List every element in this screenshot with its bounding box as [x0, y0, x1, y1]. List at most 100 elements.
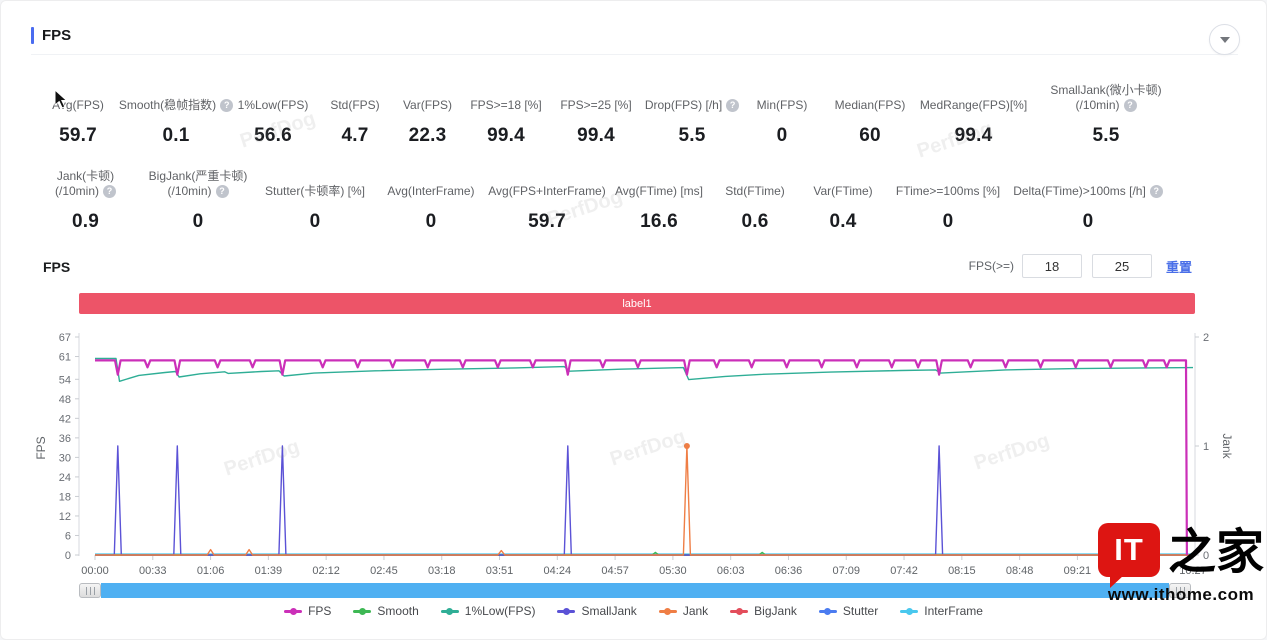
legend-marker-icon	[557, 607, 575, 615]
grip-icon	[1176, 587, 1185, 595]
chart-scrollbar[interactable]	[79, 583, 1195, 598]
metric-min-fps-: Min(FPS) 0	[740, 83, 824, 147]
chart-title: FPS	[43, 259, 70, 275]
metric-bigjank-: BigJank(严重卡顿)(/10min)?0	[140, 169, 256, 233]
metric-label: Var(FPS)	[403, 98, 452, 113]
legend-label: 1%Low(FPS)	[465, 604, 536, 618]
series-jank	[95, 446, 1193, 555]
metric-value: 0	[426, 211, 437, 233]
svg-text:24: 24	[59, 472, 71, 484]
metrics-row-1: Avg(FPS)59.7Smooth(稳帧指数)?0.11%Low(FPS)56…	[31, 83, 1238, 147]
legend-label: Stutter	[843, 604, 878, 618]
collapse-button[interactable]	[1209, 24, 1240, 55]
svg-text:42: 42	[59, 413, 71, 425]
fps-threshold-input-2[interactable]	[1092, 254, 1152, 278]
metrics-grid: Avg(FPS)59.7Smooth(稳帧指数)?0.11%Low(FPS)56…	[31, 83, 1238, 233]
metric-label: Smooth(稳帧指数)?	[119, 98, 233, 113]
legend-item-fps[interactable]: FPS	[284, 604, 331, 618]
metric-label: Avg(FPS+InterFrame)	[488, 184, 605, 199]
panel-title: FPS	[42, 27, 71, 44]
help-icon[interactable]: ?	[103, 185, 116, 198]
help-icon[interactable]: ?	[726, 99, 739, 112]
chart-band-label: label1	[622, 298, 651, 310]
metric-avg-fps-interframe-: Avg(FPS+InterFrame)59.7	[488, 169, 606, 233]
reset-button[interactable]: 重置	[1166, 257, 1192, 276]
legend-item-smalljank[interactable]: SmallJank	[557, 604, 636, 618]
help-icon[interactable]: ?	[1124, 99, 1137, 112]
scrollbar-right-handle[interactable]	[1169, 583, 1191, 598]
metric-label: Min(FPS)	[757, 98, 808, 113]
chart-band[interactable]: label1	[79, 293, 1195, 314]
legend-marker-icon	[819, 607, 837, 615]
metric-value: 22.3	[409, 125, 447, 147]
legend-item-smooth[interactable]: Smooth	[353, 604, 418, 618]
svg-text:00:00: 00:00	[81, 565, 109, 577]
svg-text:03:51: 03:51	[486, 565, 514, 577]
metric-label: Avg(FPS)	[52, 98, 104, 113]
metric-label: Stutter(卡顿率) [%]	[265, 184, 365, 199]
svg-text:02:12: 02:12	[312, 565, 340, 577]
svg-text:07:09: 07:09	[832, 565, 860, 577]
legend-item-interframe[interactable]: InterFrame	[900, 604, 983, 618]
legend-label: Smooth	[377, 604, 418, 618]
svg-text:03:18: 03:18	[428, 565, 456, 577]
fps-threshold-input-1[interactable]	[1022, 254, 1082, 278]
series-1%low-fps-	[95, 359, 1193, 382]
metric-value: 5.5	[1092, 125, 1119, 147]
legend-marker-icon	[284, 607, 302, 615]
legend-item-stutter[interactable]: Stutter	[819, 604, 878, 618]
metric-label: Std(FTime)	[725, 184, 785, 199]
metric-label: FPS>=18 [%]	[470, 98, 541, 113]
metric-value: 59.7	[59, 125, 97, 147]
fps-panel: FPS Avg(FPS) 59.7 Smooth(稳帧指数)?0.1 1%Low(FP…	[0, 0, 1267, 640]
svg-text:FPS: FPS	[34, 436, 48, 459]
metric-stutter-%-: Stutter(卡顿率) [%]0	[256, 169, 374, 233]
svg-text:2: 2	[1203, 332, 1209, 344]
svg-text:02:45: 02:45	[370, 565, 398, 577]
svg-text:6: 6	[65, 530, 71, 542]
metric-value: 99.4	[955, 125, 993, 147]
help-icon[interactable]: ?	[216, 185, 229, 198]
svg-text:0: 0	[65, 550, 71, 562]
metric-jank-: Jank(卡顿)(/10min)?0.9	[31, 169, 140, 233]
scrollbar-track-fill[interactable]	[101, 583, 1169, 598]
svg-text:Jank: Jank	[1220, 433, 1234, 459]
legend-label: Jank	[683, 604, 708, 618]
metric-label: Delta(FTime)>100ms [/h]?	[1013, 184, 1163, 199]
svg-text:0: 0	[1203, 550, 1209, 562]
svg-text:36: 36	[59, 433, 71, 445]
metric-medrange-fps-%-: MedRange(FPS)[%] 99.4	[916, 83, 1031, 147]
legend-marker-icon	[441, 607, 459, 615]
fps-chart[interactable]: 6761544842363024181260210FPSJank00:0000:…	[31, 316, 1251, 584]
chart-legend: FPS Smooth 1%Low(FPS) SmallJank Jank BigJank S…	[1, 604, 1266, 618]
metric-label: Drop(FPS) [/h]?	[645, 98, 739, 113]
legend-item-jank[interactable]: Jank	[659, 604, 708, 618]
metric-value: 0	[193, 211, 204, 233]
metric-fps-18-%-: FPS>=18 [%] 99.4	[464, 83, 548, 147]
svg-text:10:27: 10:27	[1179, 565, 1207, 577]
svg-text:30: 30	[59, 452, 71, 464]
metric-smooth-: Smooth(稳帧指数)?0.1	[125, 83, 227, 147]
metric-value: 0	[943, 211, 954, 233]
legend-label: BigJank	[754, 604, 797, 618]
metric-value: 60	[859, 125, 881, 147]
metric-value: 0	[777, 125, 788, 147]
metric-value: 5.5	[678, 125, 705, 147]
svg-text:1: 1	[1203, 441, 1209, 453]
metric-label: Median(FPS)	[835, 98, 906, 113]
legend-item-bigjank[interactable]: BigJank	[730, 604, 797, 618]
metric-smalljank-: SmallJank(微小卡顿)(/10min)?5.5	[1031, 83, 1181, 147]
metric-label: MedRange(FPS)[%]	[920, 98, 1027, 113]
metric-label: Var(FTime)	[813, 184, 872, 199]
metric-label: FTime>=100ms [%]	[896, 184, 1000, 199]
metrics-row-2: Jank(卡顿)(/10min)?0.9BigJank(严重卡顿)(/10min…	[31, 169, 1238, 233]
metric-drop-fps-h-: Drop(FPS) [/h]? 5.5	[644, 83, 740, 147]
svg-text:08:48: 08:48	[1006, 565, 1034, 577]
metric-label: 1%Low(FPS)	[238, 98, 309, 113]
metric-value: 99.4	[487, 125, 525, 147]
scrollbar-left-handle[interactable]	[79, 583, 101, 598]
metric-value: 0.9	[72, 211, 99, 233]
legend-item-1%low-fps-[interactable]: 1%Low(FPS)	[441, 604, 536, 618]
svg-text:05:30: 05:30	[659, 565, 687, 577]
help-icon[interactable]: ?	[1150, 185, 1163, 198]
